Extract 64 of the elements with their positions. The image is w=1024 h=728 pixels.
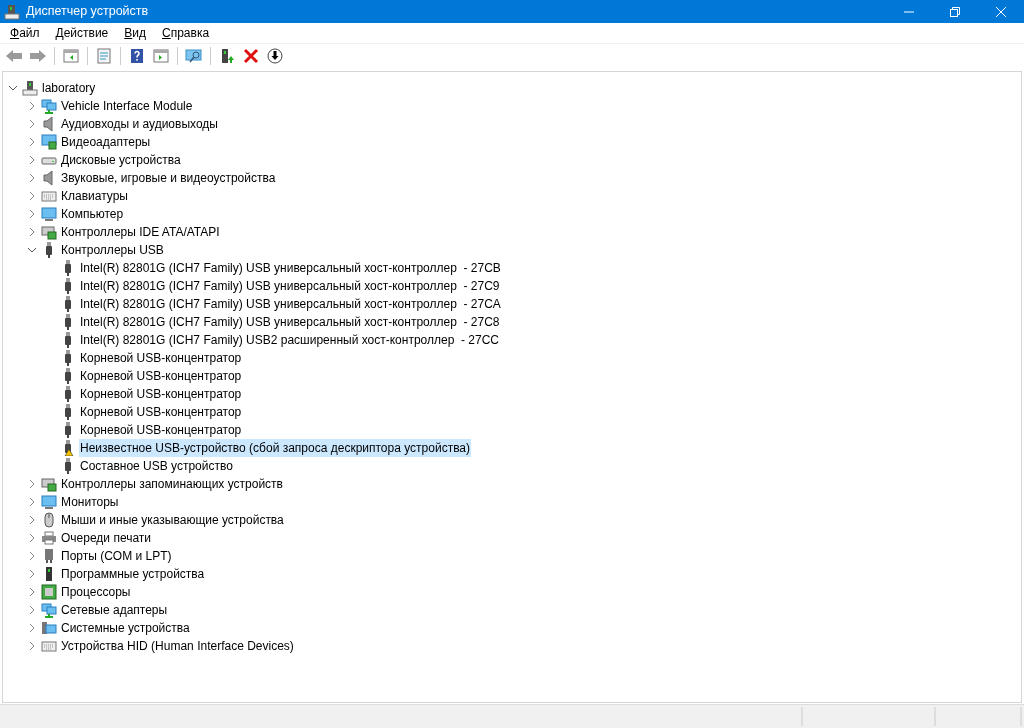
disable-device-icon: [267, 47, 283, 64]
tree-item[interactable]: Мониторы: [60, 493, 120, 511]
display-adapter-icon: [41, 134, 57, 150]
tree-item[interactable]: Контроллеры запоминающих устройств: [60, 475, 284, 493]
tree-item[interactable]: Корневой USB-концентратор: [79, 367, 243, 385]
monitor-icon: [41, 494, 57, 510]
device-manager-icon: [4, 3, 20, 20]
monitor-icon: [41, 206, 57, 222]
tree-item[interactable]: Vehicle Interface Module: [60, 97, 194, 115]
tree-item[interactable]: Контроллеры IDE ATA/ATAPI: [60, 223, 221, 241]
tree-item[interactable]: Звуковые, игровые и видеоустройства: [60, 169, 277, 187]
tree-item[interactable]: Контроллеры USB: [60, 241, 165, 259]
update-driver-icon: [219, 47, 235, 64]
back-icon: [5, 47, 23, 64]
scan-hardware-icon: [185, 47, 203, 64]
computer-icon: [22, 80, 38, 96]
tree-item[interactable]: laboratory: [41, 79, 97, 97]
tree-item[interactable]: Дисковые устройства: [60, 151, 182, 169]
keyboard-icon: [41, 638, 57, 654]
system-device-icon: [41, 620, 57, 636]
forward-icon: [29, 47, 47, 64]
restore-icon: [949, 5, 961, 18]
tree-item[interactable]: Корневой USB-концентратор: [79, 349, 243, 367]
controller-card-icon: [41, 476, 57, 492]
tree-item[interactable]: Intel(R) 82801G (ICH7 Family) USB универсальный хост-контроллер - 27C8: [79, 313, 501, 331]
tree-item[interactable]: Intel(R) 82801G (ICH7 Family) USB универсальный хост-контроллер - 27CA: [79, 295, 502, 313]
tree-item[interactable]: Системные устройства: [60, 619, 191, 637]
window-title: Диспетчер устройств: [26, 3, 149, 21]
processor-icon: [41, 584, 57, 600]
tree-item[interactable]: Очереди печати: [60, 529, 153, 547]
menu-item[interactable]: Вид: [116, 24, 154, 42]
tree-item[interactable]: Intel(R) 82801G (ICH7 Family) USB универсальный хост-контроллер - 27CB: [79, 259, 502, 277]
console-tree-icon: [63, 47, 79, 64]
tree-item[interactable]: Программные устройства: [60, 565, 206, 583]
close-icon: [995, 5, 1007, 18]
tree-item[interactable]: Видеоадаптеры: [60, 133, 152, 151]
keyboard-icon: [41, 188, 57, 204]
tree-item[interactable]: Аудиовходы и аудиовыходы: [60, 115, 219, 133]
properties-icon: [96, 47, 112, 64]
tree-item[interactable]: Корневой USB-концентратор: [79, 421, 243, 439]
network-icon: [41, 602, 57, 618]
tree-item[interactable]: Intel(R) 82801G (ICH7 Family) USB универсальный хост-контроллер - 27C9: [79, 277, 501, 295]
controller-card-icon: [41, 224, 57, 240]
menu-item[interactable]: Файл: [2, 24, 48, 42]
tree-item[interactable]: Неизвестное USB-устройство (сбой запроса дескриптора устройства): [79, 439, 472, 457]
tree-item[interactable]: Мыши и иные указывающие устройства: [60, 511, 285, 529]
tree-item[interactable]: Устройства HID (Human Interface Devices): [60, 637, 295, 655]
tree-item[interactable]: Процессоры: [60, 583, 132, 601]
tree-item[interactable]: Клавиатуры: [60, 187, 129, 205]
network-icon: [41, 98, 57, 114]
tree-item[interactable]: Intel(R) 82801G (ICH7 Family) USB2 расширенный хост-контроллер - 27CC: [79, 331, 500, 349]
action-pane-icon: [153, 47, 169, 64]
menu-item[interactable]: Действие: [47, 24, 117, 42]
help-icon: [129, 47, 145, 64]
mouse-icon: [41, 512, 57, 528]
tree-item[interactable]: Составное USB устройство: [79, 457, 234, 475]
menu-item[interactable]: Справка: [154, 24, 218, 42]
tree-item[interactable]: Порты (COM и LPT): [60, 547, 173, 565]
uninstall-icon: [243, 47, 259, 64]
printer-icon: [41, 530, 57, 546]
tree-item[interactable]: Корневой USB-концентратор: [79, 403, 243, 421]
tree-item[interactable]: Корневой USB-концентратор: [79, 385, 243, 403]
tree-item[interactable]: Компьютер: [60, 205, 125, 223]
tree-item[interactable]: Сетевые адаптеры: [60, 601, 169, 619]
